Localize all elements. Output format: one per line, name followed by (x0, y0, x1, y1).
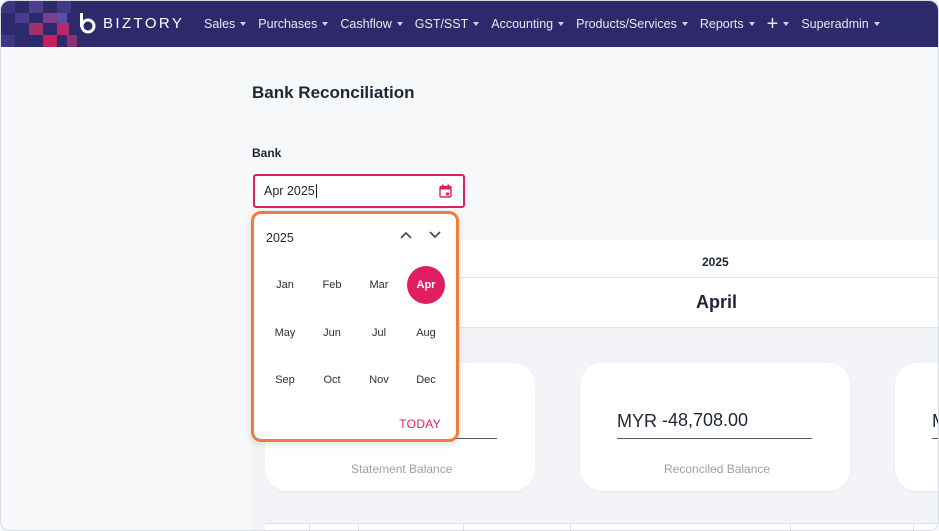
column-divider (790, 524, 791, 530)
picker-year[interactable]: 2025 (266, 231, 294, 245)
reconciled-balance-underline (617, 438, 812, 439)
bank-month-input[interactable]: Apr 2025 (253, 174, 465, 208)
reconciled-balance-card: MYR -48,708.00 Reconciled Balance (580, 363, 850, 491)
bank-month-input-value: Apr 2025 (264, 184, 315, 198)
nav-item-sales[interactable]: Sales (204, 17, 247, 31)
nav-label: GST/SST (414, 17, 469, 31)
nav-label: Reports (699, 17, 744, 31)
nav-label: Sales (204, 17, 236, 31)
month-nov[interactable]: Nov (360, 361, 398, 399)
month-jul[interactable]: Jul (360, 314, 398, 352)
month-jun[interactable]: Jun (313, 314, 351, 352)
caret-down-icon (783, 22, 790, 26)
nav-item-gst-sst[interactable]: GST/SST (414, 17, 480, 31)
main-menu: Sales Purchases Cashflow GST/SST Account… (204, 1, 892, 47)
reconciled-balance-value: -48,708.00 (662, 410, 749, 430)
calendar-icon[interactable] (439, 184, 452, 198)
app-window: BIZTORY Sales Purchases Cashflow GST/SST… (0, 0, 939, 531)
transactions-table-header (265, 523, 938, 530)
column-divider (358, 524, 359, 530)
month-aug[interactable]: Aug (407, 314, 445, 352)
caret-down-icon (873, 22, 880, 26)
caret-down-icon (558, 22, 565, 26)
biztory-logo-icon (77, 12, 97, 34)
month-sep[interactable]: Sep (266, 361, 304, 399)
plus-icon: + (766, 13, 779, 35)
month-jan[interactable]: Jan (266, 266, 304, 304)
bank-label: Bank (252, 146, 282, 160)
nav-item-cashflow[interactable]: Cashflow (340, 17, 403, 31)
period-year: 2025 (702, 255, 729, 269)
month-feb[interactable]: Feb (313, 266, 351, 304)
nav-label: Cashflow (340, 17, 392, 31)
brand-name: BIZTORY (103, 14, 185, 32)
month-may[interactable]: May (266, 314, 304, 352)
nav-label: Superadmin (801, 17, 869, 31)
nav-item-purchases[interactable]: Purchases (258, 17, 329, 31)
statement-balance-label: Statement Balance (351, 462, 453, 476)
third-balance-card: M (895, 363, 938, 491)
caret-down-icon (240, 22, 247, 26)
nav-item-products-services[interactable]: Products/Services (576, 17, 688, 31)
caret-down-icon (322, 22, 329, 26)
top-navbar: BIZTORY Sales Purchases Cashflow GST/SST… (1, 1, 938, 47)
column-divider (570, 524, 571, 530)
month-apr-selected[interactable]: Apr (407, 266, 445, 304)
month-mar[interactable]: Mar (360, 266, 398, 304)
nav-label: Purchases (258, 17, 318, 31)
brand-pixel-pattern (1, 1, 81, 47)
brand-logo[interactable]: BIZTORY (77, 12, 184, 34)
column-divider (309, 524, 310, 530)
period-month: April (696, 292, 738, 312)
month-dec[interactable]: Dec (407, 361, 445, 399)
chevron-up-icon[interactable] (399, 228, 413, 242)
nav-label: Products/Services (576, 17, 677, 31)
column-divider (463, 524, 464, 530)
today-button[interactable]: TODAY (399, 417, 441, 431)
third-balance-underline (932, 438, 938, 439)
nav-item-add[interactable]: + (766, 13, 790, 35)
nav-label: Accounting (491, 17, 554, 31)
text-cursor (315, 184, 317, 198)
chevron-down-icon[interactable] (428, 228, 442, 242)
caret-down-icon (748, 22, 755, 26)
nav-item-reports[interactable]: Reports (700, 17, 755, 31)
nav-item-superadmin[interactable]: Superadmin (801, 17, 880, 31)
nav-item-accounting[interactable]: Accounting (491, 17, 565, 31)
caret-down-icon (681, 22, 688, 26)
month-oct[interactable]: Oct (313, 361, 351, 399)
month-picker-popup: 2025 Jan Feb Mar Apr May Jun Jul Aug Sep… (251, 211, 459, 442)
third-balance-currency: M (932, 411, 938, 432)
page-title: Bank Reconciliation (252, 83, 415, 102)
reconciled-balance-currency: MYR (617, 411, 657, 431)
column-divider (913, 524, 914, 530)
reconciled-balance-label: Reconciled Balance (664, 462, 771, 476)
caret-down-icon (473, 22, 480, 26)
caret-down-icon (396, 22, 403, 26)
